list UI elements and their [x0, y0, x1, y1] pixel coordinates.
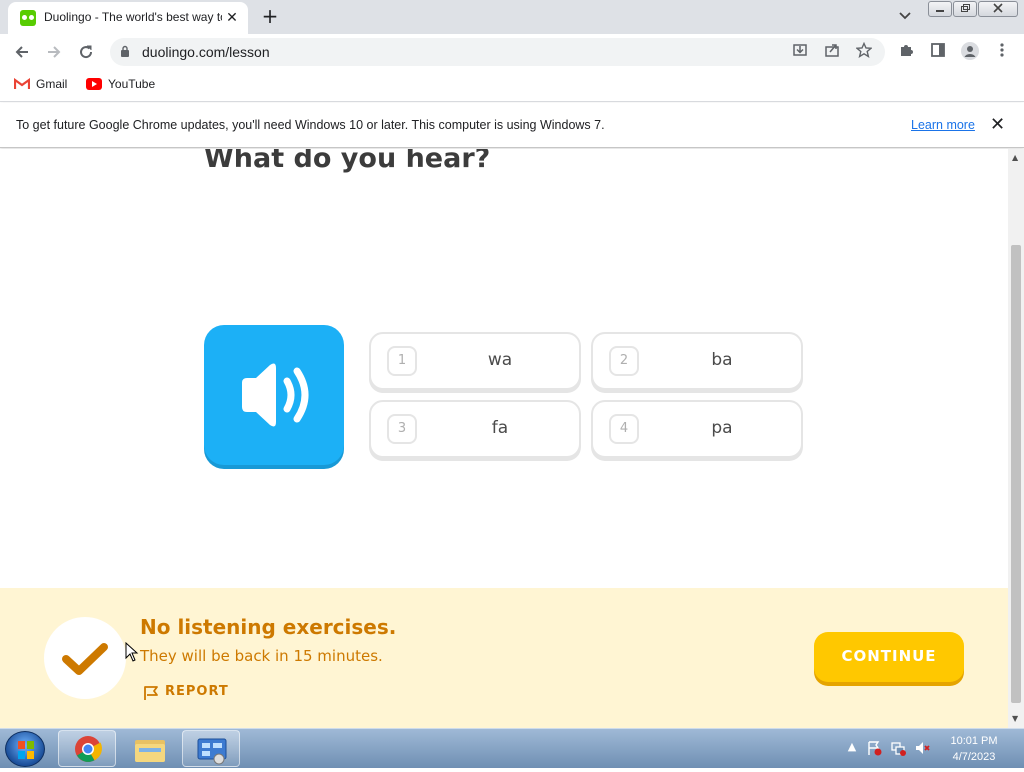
continue-button[interactable]: CONTINUE [814, 632, 964, 682]
share-icon[interactable] [822, 42, 842, 62]
bookmark-gmail[interactable]: Gmail [13, 77, 68, 91]
restore-button[interactable] [953, 1, 977, 17]
choice-text: fa [491, 418, 509, 438]
tab-search-chevron-icon[interactable] [896, 8, 914, 26]
taskbar-chrome[interactable] [58, 730, 116, 767]
choice-number: 4 [609, 414, 639, 444]
scroll-up-arrow-icon[interactable]: ▲ [1012, 153, 1018, 162]
chrome-menu-icon[interactable] [992, 42, 1012, 62]
system-clock[interactable]: 10:01 PM 4/7/2023 [942, 733, 1006, 765]
choice-number: 3 [387, 414, 417, 444]
tab-close-icon[interactable]: ✕ [222, 8, 242, 28]
action-center-flag-icon[interactable] [866, 740, 882, 756]
choice-number: 1 [387, 346, 417, 376]
install-app-icon[interactable] [790, 42, 810, 62]
close-window-button[interactable] [978, 1, 1018, 17]
bookmarks-bar: Gmail YouTube [0, 70, 1024, 102]
checkmark-icon [62, 643, 108, 675]
clock-date: 4/7/2023 [952, 751, 996, 763]
gmail-icon [13, 77, 31, 89]
bookmark-star-icon[interactable] [854, 41, 874, 62]
url-text: duolingo.com/lesson [142, 44, 270, 60]
new-tab-button[interactable]: + [258, 5, 282, 29]
scrollbar-thumb[interactable] [1011, 245, 1021, 703]
challenge-prompt: What do you hear? [204, 149, 491, 174]
chrome-icon [75, 736, 102, 762]
windows-logo-icon [18, 741, 34, 759]
extensions-puzzle-icon[interactable] [896, 42, 916, 62]
choice-text: pa [711, 418, 733, 438]
choice-text: ba [711, 350, 733, 370]
youtube-icon [86, 78, 102, 90]
reload-icon[interactable] [74, 40, 98, 64]
play-audio-button[interactable] [204, 325, 344, 465]
network-icon[interactable] [890, 740, 906, 756]
show-hidden-icons-icon[interactable]: ▲ [844, 740, 860, 756]
back-arrow-icon[interactable] [10, 40, 34, 64]
feedback-badge [44, 617, 126, 699]
report-label: REPORT [165, 684, 229, 699]
lock-icon [121, 45, 129, 57]
browser-toolbar: duolingo.com/lesson [0, 34, 1024, 70]
tab-duolingo[interactable]: Duolingo - The world's best way to learn… [8, 2, 248, 34]
feedback-title: No listening exercises. [140, 615, 397, 639]
forward-arrow-icon[interactable] [42, 40, 66, 64]
choice-text: wa [487, 350, 513, 370]
volume-muted-icon[interactable] [914, 740, 930, 756]
lesson-page: What do you hear? 1 wa 2 ba 3 fa 4 pa No… [0, 149, 1008, 728]
folder-icon [135, 740, 165, 762]
scroll-down-arrow-icon[interactable]: ▼ [1012, 714, 1018, 723]
feedback-footer: No listening exercises. They will be bac… [0, 588, 1008, 728]
page-scrollbar[interactable]: ▲ ▼ [1008, 149, 1024, 728]
control-panel-icon [197, 738, 227, 765]
bookmark-youtube-label: YouTube [108, 77, 156, 91]
learn-more-link[interactable]: Learn more [911, 118, 975, 132]
infobar-message: To get future Google Chrome updates, you… [16, 118, 605, 132]
taskbar-explorer[interactable] [120, 730, 178, 767]
bookmark-youtube[interactable]: YouTube [86, 77, 155, 91]
windows-taskbar: ▲ 10:01 PM 4/7/2023 [0, 728, 1024, 768]
choice-3[interactable]: 3 fa [369, 400, 581, 458]
mouse-cursor-icon [125, 642, 139, 662]
start-button[interactable] [5, 731, 45, 767]
update-infobar: To get future Google Chrome updates, you… [0, 103, 1024, 148]
feedback-subtitle: They will be back in 15 minutes. [140, 647, 383, 665]
bookmark-gmail-label: Gmail [36, 77, 68, 91]
choice-1[interactable]: 1 wa [369, 332, 581, 390]
tab-title: Duolingo - The world's best way to learn… [44, 10, 222, 24]
address-bar[interactable]: duolingo.com/lesson [110, 38, 885, 66]
choice-2[interactable]: 2 ba [591, 332, 803, 390]
taskbar-control-panel[interactable] [182, 730, 240, 767]
side-panel-icon[interactable] [928, 42, 948, 62]
infobar-close-icon[interactable]: ✕ [990, 114, 1005, 135]
duolingo-favicon-icon [20, 10, 36, 26]
speaker-icon [242, 363, 309, 427]
choice-4[interactable]: 4 pa [591, 400, 803, 458]
flag-icon [144, 686, 158, 700]
minimize-button[interactable] [928, 1, 952, 17]
tab-strip: Duolingo - The world's best way to learn… [0, 0, 1024, 34]
profile-avatar-icon[interactable] [960, 42, 980, 62]
choice-number: 2 [609, 346, 639, 376]
clock-time: 10:01 PM [950, 735, 998, 747]
